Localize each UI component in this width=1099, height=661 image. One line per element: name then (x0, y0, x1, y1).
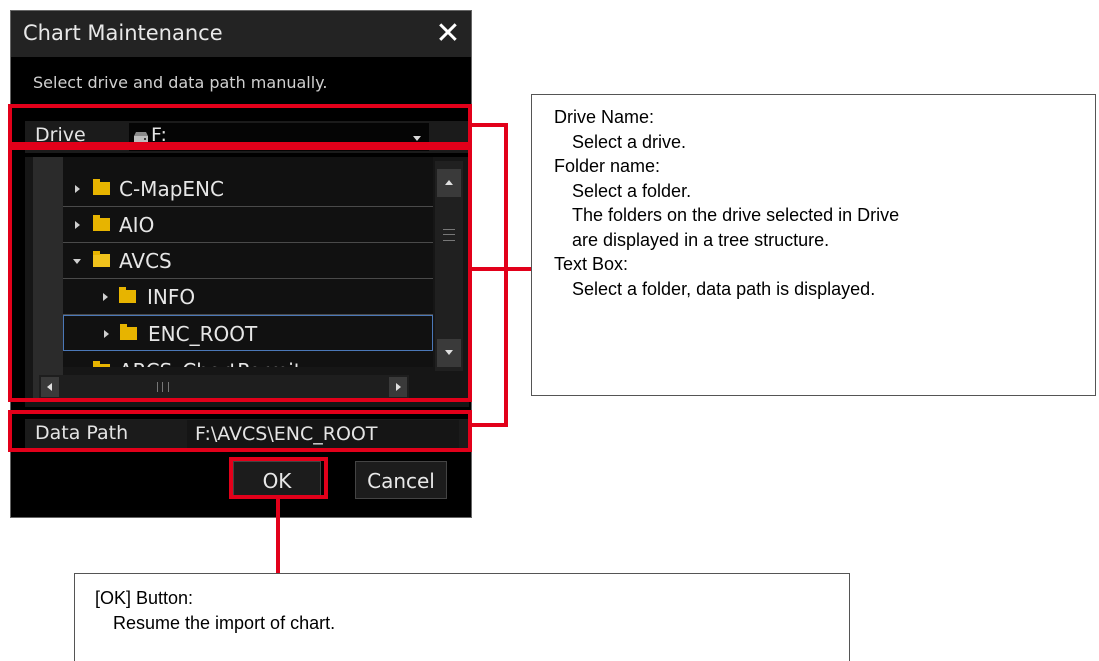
callout-text: are displayed in a tree structure. (572, 229, 830, 250)
data-path-highlight-box (8, 410, 472, 452)
callout-text: Select a folder. (572, 180, 692, 201)
callout-ok-button: [OK] Button: Resume the import of chart. (74, 573, 850, 661)
dialog-titlebar: Chart Maintenance ✕ (11, 11, 471, 57)
dialog-title: Chart Maintenance (23, 21, 223, 45)
callout-heading: [OK] Button: (95, 588, 194, 608)
callout-heading: Text Box: (554, 254, 629, 274)
callout-drive-folder-textbox: Drive Name: Select a drive. Folder name:… (531, 94, 1096, 396)
connector-line (504, 123, 508, 427)
connector-line (472, 423, 508, 427)
connector-line (276, 499, 280, 573)
ok-highlight-box (229, 457, 328, 499)
tree-highlight-box (8, 146, 472, 402)
callout-heading: Drive Name: (554, 107, 655, 127)
callout-text: The folders on the drive selected in Dri… (572, 205, 900, 225)
callout-text: Select a drive. (572, 131, 687, 152)
connector-line (472, 267, 508, 271)
close-icon[interactable]: ✕ (431, 17, 465, 51)
callout-text: Resume the import of chart. (113, 612, 336, 633)
drive-highlight-box (8, 104, 472, 146)
connector-line (472, 123, 508, 127)
callout-heading: Folder name: (554, 156, 661, 176)
cancel-button[interactable]: Cancel (355, 461, 447, 499)
connector-line (508, 267, 532, 271)
instruction-text: Select drive and data path manually. (33, 73, 328, 92)
callout-text: Select a folder, data path is displayed. (572, 278, 876, 299)
